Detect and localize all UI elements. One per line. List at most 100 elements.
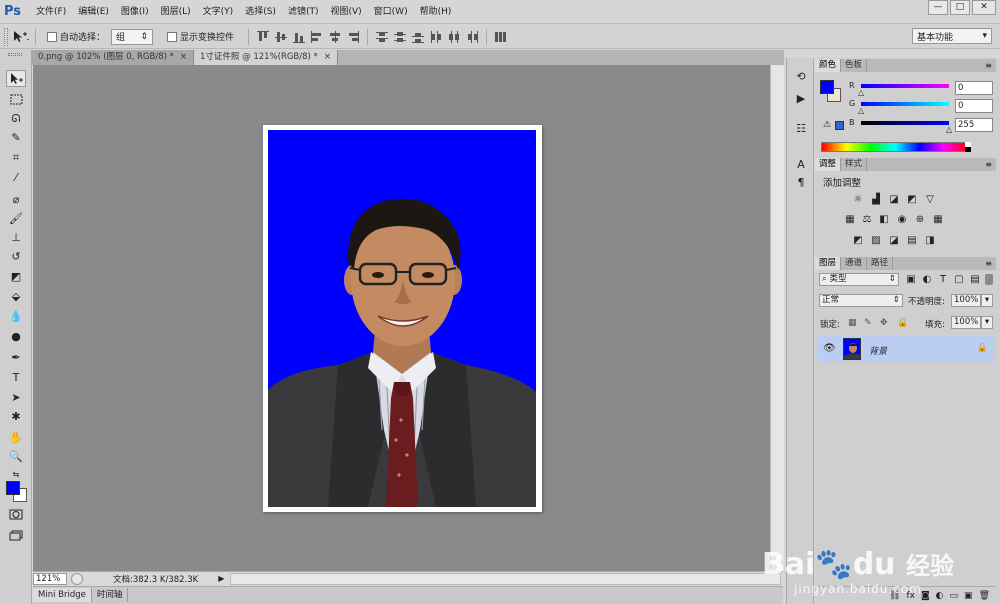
fill-slider-arrow-icon[interactable]: ▾ [981,316,993,329]
black-white-icon[interactable]: ◧ [878,213,890,225]
filter-shape-icon[interactable]: ▢ [953,273,965,285]
maximize-button[interactable]: □ [950,0,970,15]
status-menu-arrow-icon[interactable]: ▶ [218,574,224,583]
filter-pixel-icon[interactable]: ▣ [905,273,917,285]
opacity-input[interactable]: 100% [951,294,981,307]
selective-color-icon[interactable]: ◨ [924,234,936,246]
tab-mini-bridge[interactable]: Mini Bridge [33,588,92,602]
distribute-hcenter-icon[interactable] [447,30,461,44]
eyedropper-tool-icon[interactable]: ⁄ [6,169,26,186]
workspace-dropdown[interactable]: 基本功能 ▾ [912,28,992,44]
tab-styles[interactable]: 样式 [841,158,868,171]
tab-color[interactable]: 颜色 [815,59,842,72]
menu-layer[interactable]: 图层(L) [155,0,197,24]
move-tool-preset-icon[interactable] [12,29,30,45]
healing-brush-tool-icon[interactable]: ⌀ [6,191,26,208]
marquee-tool-icon[interactable] [6,91,26,108]
align-bottom-icon[interactable] [292,30,306,44]
channel-mixer-icon[interactable]: ⊛ [914,213,926,225]
menu-filter[interactable]: 滤镜(T) [282,0,325,24]
color-panel-foreground-swatch[interactable] [820,80,834,94]
distribute-right-icon[interactable] [465,30,479,44]
dodge-tool-icon[interactable]: ● [6,328,26,345]
brush-tool-icon[interactable]: 🖌 [6,210,26,227]
menu-edit[interactable]: 编辑(E) [72,0,115,24]
tab-adjustments[interactable]: 调整 [815,158,842,171]
panel-menu-icon[interactable]: ≡ [985,61,992,70]
black-white-swatch[interactable] [965,142,971,152]
color-spectrum-bar[interactable] [821,142,969,152]
distribute-left-icon[interactable] [429,30,443,44]
posterize-icon[interactable]: ▨ [870,234,882,246]
gamut-warning-icon[interactable]: ⚠ [823,120,831,130]
lasso-tool-icon[interactable]: ᘏ [6,110,26,127]
status-preview-icon[interactable] [71,572,83,585]
distribute-vcenter-icon[interactable] [393,30,407,44]
history-brush-tool-icon[interactable]: ↺ [6,248,26,265]
green-slider[interactable] [861,102,949,106]
slider-thumb-icon[interactable]: △ [858,88,864,97]
panel-menu-icon[interactable]: ≡ [985,259,992,268]
invert-icon[interactable]: ◩ [852,234,864,246]
blend-mode-dropdown[interactable]: 正常 ⇕ [819,294,903,307]
tab-close-icon[interactable]: × [180,50,187,65]
distribute-top-icon[interactable] [375,30,389,44]
filter-toggle[interactable] [985,274,993,285]
document-tab-id-photo[interactable]: 1寸证件照 @ 121%(RGB/8) * × [194,50,338,65]
crop-tool-icon[interactable]: ⌗ [6,149,26,166]
distribute-bottom-icon[interactable] [411,30,425,44]
menu-view[interactable]: 视图(V) [324,0,367,24]
blue-slider[interactable] [861,121,949,125]
align-vcenter-icon[interactable] [274,30,288,44]
slider-thumb-icon[interactable]: △ [858,106,864,115]
photo-filter-icon[interactable]: ◉ [896,213,908,225]
menu-file[interactable]: 文件(F) [30,0,72,24]
layer-visibility-eye-icon[interactable]: 👁 [823,343,836,354]
paragraph-panel-icon[interactable]: ¶ [793,174,809,190]
history-panel-icon[interactable]: ⟲ [793,68,809,84]
tab-paths[interactable]: 路径 [867,257,894,270]
filter-type-icon[interactable]: T [937,273,949,285]
horizontal-scrollbar[interactable] [230,572,781,585]
auto-select-dropdown[interactable]: 组 ⇕ [111,28,154,45]
lock-position-icon[interactable]: ✥ [880,318,888,328]
quick-select-tool-icon[interactable]: ✎ [6,129,26,146]
brightness-contrast-icon[interactable]: ☼ [852,193,864,205]
pen-tool-icon[interactable]: ✒ [6,349,26,366]
menu-help[interactable]: 帮助(H) [414,0,458,24]
tab-timeline[interactable]: 时间轴 [92,588,129,602]
lock-image-icon[interactable]: ✎ [864,318,872,328]
auto-select-checkbox[interactable] [47,31,57,42]
color-lookup-icon[interactable]: ▦ [932,213,944,225]
lock-all-icon[interactable]: 🔒 [897,318,908,328]
character-panel-icon[interactable]: A [793,156,809,172]
menu-select[interactable]: 选择(S) [239,0,282,24]
gradient-map-icon[interactable]: ▤ [906,234,918,246]
screen-mode-icon[interactable] [6,527,26,544]
red-slider[interactable] [861,84,949,88]
type-tool-icon[interactable]: T [6,369,26,386]
foreground-color-swatch[interactable] [6,481,20,495]
threshold-icon[interactable]: ◪ [888,234,900,246]
layer-filter-dropdown[interactable]: ⌕ 类型 ⇕ [819,273,899,286]
panel-menu-icon[interactable]: ≡ [985,160,992,169]
align-hcenter-icon[interactable] [328,30,342,44]
quick-mask-icon[interactable] [6,506,26,523]
minimize-button[interactable]: — [928,0,948,15]
align-left-icon[interactable] [310,30,324,44]
new-layer-icon[interactable]: ▣ [964,591,973,601]
path-selection-tool-icon[interactable]: ➤ [6,389,26,406]
eraser-tool-icon[interactable]: ◩ [6,268,26,285]
color-balance-icon[interactable]: ⚖ [861,213,873,225]
document-tab-0png[interactable]: 0.png @ 102% (图层 0, RGB/8) * × [32,50,195,65]
zoom-level-field[interactable]: 121% [33,572,67,585]
options-grip[interactable] [4,27,8,46]
delete-layer-icon[interactable]: 🗑 [979,591,990,601]
menu-window[interactable]: 窗口(W) [368,0,414,24]
curves-icon[interactable]: ◪ [888,193,900,205]
actions-panel-icon[interactable]: ▶ [793,90,809,106]
blue-value-input[interactable]: 255 [955,118,993,132]
exposure-icon[interactable]: ◩ [906,193,918,205]
show-transform-checkbox[interactable] [167,31,178,42]
web-color-swatch[interactable] [835,121,844,130]
